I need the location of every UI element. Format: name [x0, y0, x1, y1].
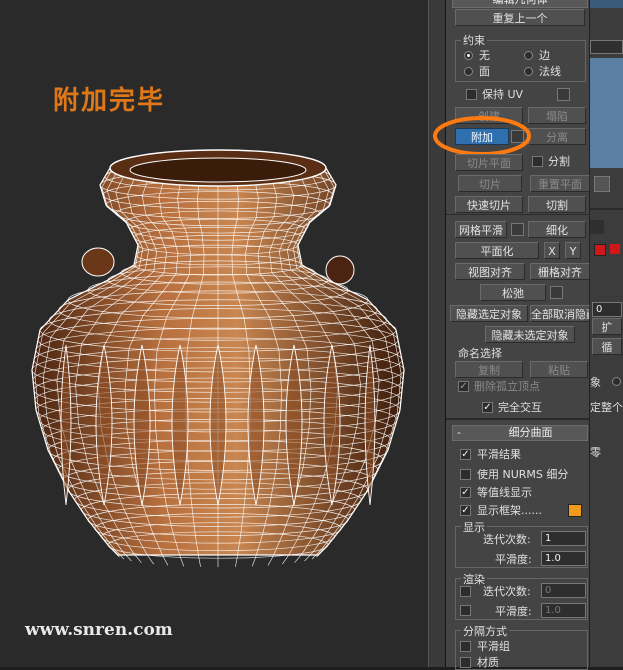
render-smoothness-spinner[interactable]: 1.0	[541, 603, 586, 618]
watermark: www.snren.com	[25, 620, 173, 640]
cage-color-swatch[interactable]	[568, 504, 582, 517]
tessellate-button[interactable]: 细化	[528, 221, 586, 238]
isoline-display-label: 等值线显示	[477, 486, 532, 499]
strip-text-1: 象	[590, 376, 601, 389]
red-swatch-icon-2[interactable]	[610, 244, 620, 254]
rollout-subdivision-surface[interactable]: - 细分曲面	[452, 425, 588, 441]
constraint-edge-radio[interactable]	[524, 51, 533, 60]
relax-settings-button[interactable]	[550, 286, 563, 299]
view-align-button[interactable]: 视图对齐	[455, 263, 525, 280]
display-iterations-label: 迭代次数:	[483, 533, 531, 546]
render-smoothness-label: 平滑度:	[495, 605, 532, 618]
materials-checkbox[interactable]	[460, 657, 471, 668]
separator	[446, 214, 590, 215]
make-planar-button[interactable]: 平面化	[455, 242, 539, 259]
unhide-all-button[interactable]: 全部取消隐藏	[530, 305, 590, 322]
reset-plane-button[interactable]: 重置平面	[530, 175, 590, 192]
smooth-result-label: 平滑结果	[477, 448, 521, 461]
separate-by-label: 分隔方式	[461, 623, 509, 639]
viewport-caption: 附加完毕	[53, 86, 166, 116]
preserve-uv-settings-button[interactable]	[557, 88, 570, 101]
panel-divider[interactable]	[428, 0, 446, 667]
smoothing-groups-label: 平滑组	[477, 640, 510, 653]
named-selections-label: 命名选择	[458, 347, 502, 360]
repeat-last-button[interactable]: 重复上一个	[455, 9, 585, 26]
attach-highlight-circle	[433, 116, 531, 156]
slice-button[interactable]: 切片	[458, 175, 522, 192]
cut-button[interactable]: 切割	[528, 196, 586, 213]
relax-button[interactable]: 松弛	[480, 284, 546, 301]
strip-field[interactable]	[590, 40, 623, 54]
strip-button-2[interactable]: 循	[592, 338, 622, 355]
constraints-label: 约束	[461, 32, 487, 48]
rollout-collapse-icon: -	[457, 426, 461, 439]
separator-2	[446, 418, 590, 420]
use-nurms-label: 使用 NURMS 细分	[477, 468, 569, 481]
preserve-uv-label: 保持 UV	[482, 88, 524, 101]
paste-button[interactable]: 粘贴	[530, 361, 588, 378]
grid-align-button[interactable]: 栅格对齐	[530, 263, 590, 280]
perspective-viewport[interactable]: 附加完毕 www.snren.com	[0, 0, 428, 667]
display-iterations-spinner[interactable]: 1	[541, 531, 586, 546]
split-label: 分割	[548, 155, 570, 168]
hand-icon[interactable]	[594, 176, 610, 192]
full-interactivity-checkbox[interactable]: ✓	[482, 402, 493, 413]
planar-y-button[interactable]: Y	[565, 242, 581, 259]
collapse-button[interactable]: 塌陷	[528, 107, 586, 124]
hide-unselected-button[interactable]: 隐藏未选定对象	[485, 326, 575, 343]
split-checkbox[interactable]	[532, 156, 543, 167]
constraint-none-label: 无	[479, 49, 490, 62]
constraint-normal-radio[interactable]	[524, 67, 533, 76]
constraint-none-radio[interactable]	[464, 51, 473, 60]
smoothing-groups-checkbox[interactable]	[460, 641, 471, 652]
show-cage-label: 显示框架......	[477, 504, 542, 517]
preserve-uv-checkbox[interactable]	[466, 89, 477, 100]
materials-label: 材质	[477, 656, 499, 669]
delete-isolated-label: 删除孤立顶点	[474, 380, 540, 393]
display-smoothness-spinner[interactable]: 1.0	[541, 551, 586, 566]
slice-plane-button[interactable]: 切片平面	[455, 154, 523, 171]
red-swatch-icon[interactable]	[594, 244, 606, 256]
strip-text-3: 零	[590, 446, 601, 459]
render-iterations-spinner[interactable]: 0	[541, 583, 586, 598]
use-nurms-checkbox[interactable]	[460, 469, 471, 480]
smooth-result-checkbox[interactable]: ✓	[460, 449, 471, 460]
render-smoothness-checkbox[interactable]	[460, 605, 471, 616]
strip-button-1[interactable]: 扩	[592, 318, 622, 335]
secondary-panel-strip: 0 扩 循 象 定整个 零	[590, 0, 623, 667]
copy-button[interactable]: 复制	[455, 361, 523, 378]
strip-list[interactable]	[590, 58, 623, 168]
strip-top	[590, 0, 623, 8]
planar-x-button[interactable]: X	[544, 242, 560, 259]
constraint-face-radio[interactable]	[464, 67, 473, 76]
strip-box	[590, 220, 604, 234]
strip-radio[interactable]	[612, 377, 621, 386]
constraint-normal-label: 法线	[539, 65, 561, 78]
strip-spinner[interactable]: 0	[592, 302, 622, 317]
constraint-edge-label: 边	[539, 49, 550, 62]
display-smoothness-label: 平滑度:	[495, 553, 532, 566]
strip-separator	[590, 208, 623, 210]
quickslice-button[interactable]: 快速切片	[455, 196, 523, 213]
rollout-subdivision-title: 细分曲面	[508, 426, 553, 439]
strip-text-2: 定整个	[590, 401, 623, 414]
render-iterations-checkbox[interactable]	[460, 586, 471, 597]
delete-isolated-checkbox[interactable]: ✓	[458, 381, 469, 392]
full-interactivity-label: 完全交互	[498, 401, 542, 414]
meshsmooth-settings-button[interactable]	[511, 223, 524, 236]
isoline-display-checkbox[interactable]: ✓	[460, 487, 471, 498]
rollout-edit-geometry[interactable]: 编辑几何体	[452, 0, 588, 8]
meshsmooth-button[interactable]: 网格平滑	[455, 221, 507, 238]
hide-selected-button[interactable]: 隐藏选定对象	[450, 305, 528, 322]
show-cage-checkbox[interactable]: ✓	[460, 505, 471, 516]
render-iterations-label: 迭代次数:	[483, 585, 531, 598]
detach-button[interactable]: 分离	[528, 128, 586, 145]
constraint-face-label: 面	[479, 65, 490, 78]
